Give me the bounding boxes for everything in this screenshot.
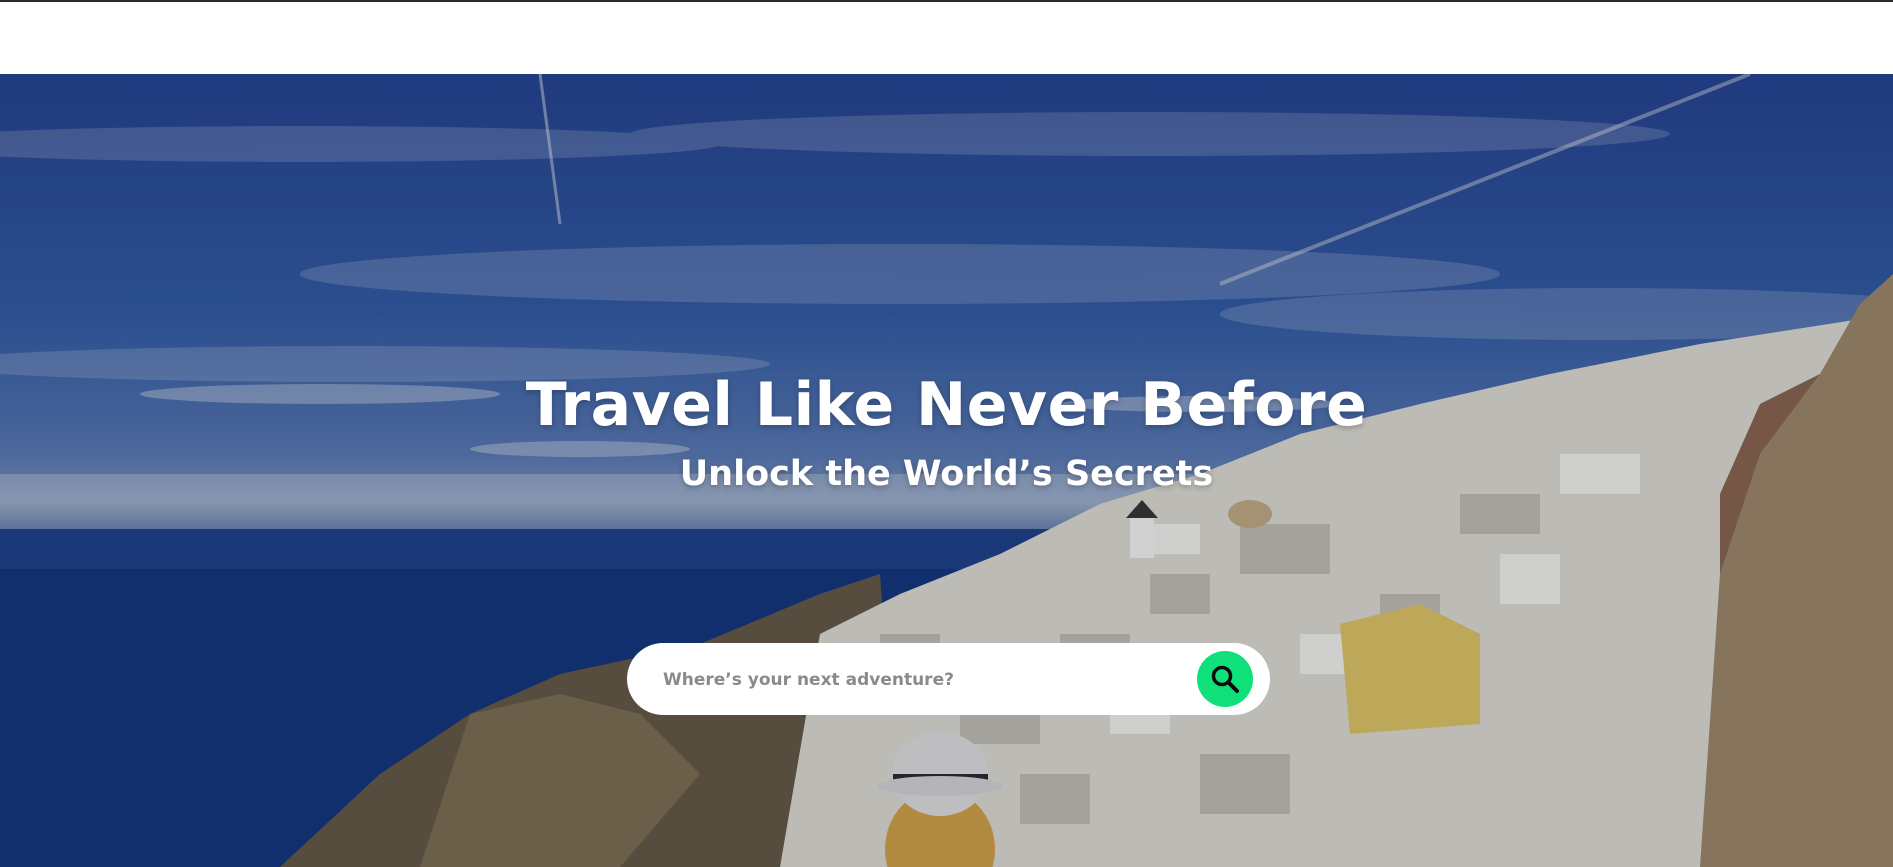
hero-subtitle: Unlock the World’s Secrets (679, 454, 1214, 494)
search-icon (1211, 665, 1239, 693)
hero-title: Travel Like Never Before (525, 370, 1368, 440)
top-navbar (0, 2, 1893, 74)
hero-section: Travel Like Never Before Unlock the Worl… (0, 74, 1893, 867)
search-bar (627, 643, 1270, 717)
search-button[interactable] (1197, 651, 1253, 707)
search-input[interactable] (661, 643, 1185, 717)
